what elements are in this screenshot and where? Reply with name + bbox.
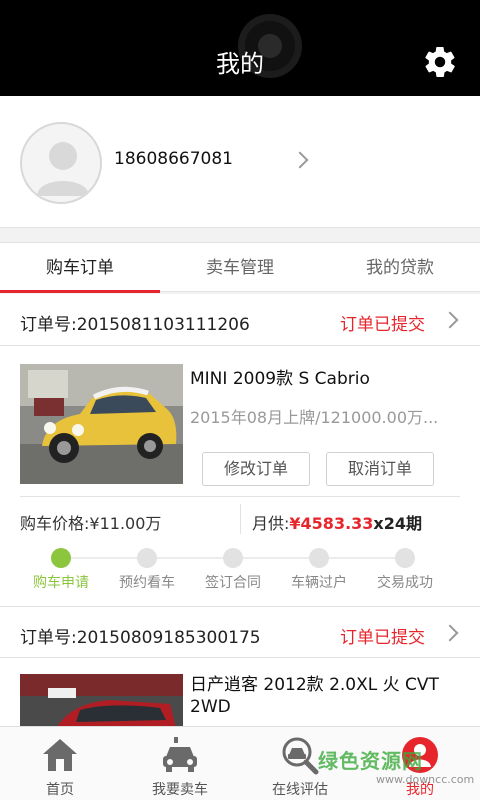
purchase-price-label: 购车价格: <box>20 514 90 533</box>
progress-step-label: 预约看车 <box>119 575 175 591</box>
user-avatar-icon <box>20 122 102 204</box>
order-number: 订单号:2015081103111206 <box>20 310 250 335</box>
car-subtitle: 2015年08月上牌/121000.00万... <box>190 408 439 427</box>
divider <box>20 496 460 497</box>
order-tabs: 购车订单 卖车管理 我的贷款 <box>0 242 480 293</box>
progress-step-label: 交易成功 <box>377 575 433 591</box>
page-title: 我的 <box>216 50 264 78</box>
progress-step-dot <box>51 548 71 568</box>
order-number: 订单号:20150809185300175 <box>20 623 261 648</box>
order-number-value: 2015081103111206 <box>76 315 250 335</box>
order-card: MINI 2009款 S Cabrio 2015年08月上牌/121000.00… <box>0 346 480 606</box>
progress-step-dot <box>395 548 415 568</box>
home-icon <box>43 739 77 771</box>
tab-buy-orders[interactable]: 购车订单 <box>0 243 160 293</box>
user-icon <box>402 737 438 773</box>
nav-home[interactable]: 首页 <box>0 727 120 800</box>
car-title: 日产逍客 2012款 2.0XL 火 CVT 2WD <box>190 675 439 717</box>
monthly-payment: 月供:¥4583.33x24期 <box>252 510 422 534</box>
nav-label: 首页 <box>46 782 74 798</box>
modify-order-button[interactable]: 修改订单 <box>202 452 310 486</box>
progress-step-label: 车辆过户 <box>291 575 347 591</box>
tab-sell-management[interactable]: 卖车管理 <box>160 243 320 293</box>
nav-label: 在线评估 <box>272 782 328 798</box>
monthly-term: x24期 <box>373 514 423 533</box>
nav-online-valuation[interactable]: 在线评估 <box>240 727 360 800</box>
cancel-order-button[interactable]: 取消订单 <box>326 452 434 486</box>
car-title: MINI 2009款 S Cabrio <box>190 369 370 389</box>
purchase-price: 购车价格:¥11.00万 <box>20 510 161 534</box>
order-header[interactable]: 订单号:2015081103111206 订单已提交 <box>0 294 480 346</box>
monthly-amount: ¥4583.33 <box>289 514 374 533</box>
nav-label: 我的 <box>406 782 434 798</box>
user-phone: 18608667081 <box>114 149 233 169</box>
order-status: 订单已提交 <box>340 315 425 335</box>
nav-label: 我要卖车 <box>152 782 208 798</box>
order-status: 订单已提交 <box>340 628 425 648</box>
car-photo[interactable] <box>20 364 183 484</box>
chevron-right-icon <box>441 311 459 329</box>
car-search-icon <box>282 737 319 775</box>
gear-icon[interactable] <box>422 44 458 80</box>
order-card: 日产逍客 2012款 2.0XL 火 CVT 2WD <box>0 658 480 728</box>
bottom-nav: 首页 我要卖车 在线评估 我的 <box>0 726 480 800</box>
nav-sell-car[interactable]: 我要卖车 <box>120 727 240 800</box>
progress-step-dot <box>137 548 157 568</box>
order-header[interactable]: 订单号:20150809185300175 订单已提交 <box>0 606 480 658</box>
progress-step-dot <box>309 548 329 568</box>
car-icon <box>163 737 197 772</box>
active-tab-indicator <box>0 290 160 293</box>
order-number-value: 2015080918530017 <box>76 628 250 648</box>
monthly-label: 月供: <box>252 514 290 533</box>
profile-card[interactable]: 18608667081 <box>0 96 480 228</box>
chevron-right-icon <box>441 624 459 642</box>
order-number-label: 订单号: <box>20 628 77 648</box>
purchase-price-value: ¥11.00万 <box>89 514 162 533</box>
vertical-divider <box>240 504 241 534</box>
top-bar: 我的 <box>0 0 480 96</box>
order-number-label: 订单号: <box>20 315 77 335</box>
chevron-right-icon <box>291 151 309 169</box>
progress-step-label: 购车申请 <box>33 575 89 591</box>
progress-step-dot <box>223 548 243 568</box>
car-photo[interactable] <box>20 674 183 728</box>
nav-mine[interactable]: 我的 <box>360 727 480 800</box>
tab-my-loans[interactable]: 我的贷款 <box>320 243 480 293</box>
progress-step-label: 签订合同 <box>205 575 261 591</box>
order-number-suffix: 5 <box>249 628 261 648</box>
